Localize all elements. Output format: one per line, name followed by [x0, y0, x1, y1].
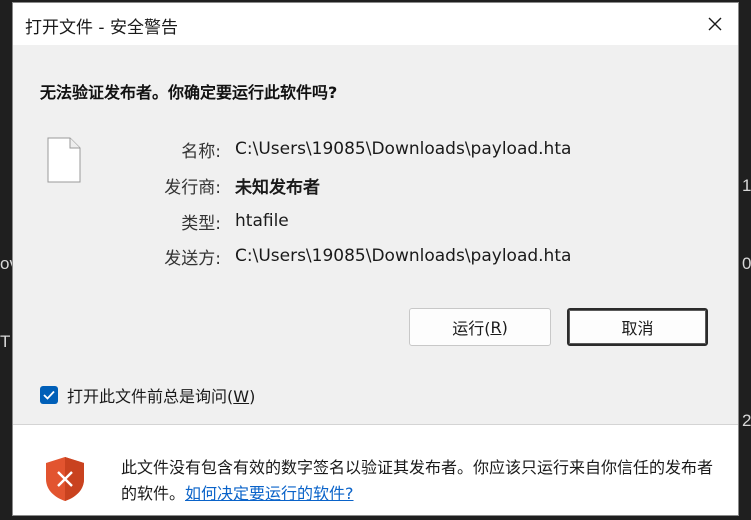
file-icon	[47, 137, 81, 183]
footer-panel: 此文件没有包含有效的数字签名以验证其发布者。你应该只运行来自你信任的发布者的软件…	[13, 425, 738, 515]
security-warning-dialog: 打开文件 - 安全警告 无法验证发布者。你确定要运行此软件吗? 名称: C:\U…	[12, 2, 739, 516]
field-value: 未知发布者	[235, 177, 320, 198]
run-button-label: 运行(	[452, 319, 491, 338]
field-publisher-row: 发行商: 未知发布者	[133, 173, 320, 198]
dialog-title: 打开文件 - 安全警告	[25, 18, 178, 38]
close-button[interactable]	[700, 9, 730, 39]
always-ask-label: 打开此文件前总是询问(W)	[67, 387, 256, 406]
field-value: htafile	[235, 211, 289, 231]
help-link[interactable]: 如何决定要运行的软件?	[185, 484, 354, 503]
always-ask-checkbox[interactable]	[40, 386, 58, 404]
field-type-row: 类型: htafile	[133, 209, 289, 234]
warning-question: 无法验证发布者。你确定要运行此软件吗?	[40, 83, 338, 102]
background-text: 1	[742, 176, 751, 195]
background-text: T	[0, 332, 11, 351]
run-button[interactable]: 运行(R)	[409, 308, 551, 346]
always-ask-checkbox-row[interactable]: 打开此文件前总是询问(W)	[40, 383, 255, 407]
shield-x-icon	[46, 457, 84, 501]
titlebar: 打开文件 - 安全警告	[13, 3, 738, 45]
field-label: 发送方:	[164, 248, 221, 269]
field-label: 名称:	[181, 141, 221, 162]
background-text: 2	[742, 411, 751, 430]
field-value: C:\Users\19085\Downloads\payload.hta	[235, 246, 572, 266]
footer-message: 此文件没有包含有效的数字签名以验证其发布者。你应该只运行来自你信任的发布者的软件…	[121, 455, 721, 507]
run-button-suffix: )	[501, 317, 508, 337]
cancel-button-label: 取消	[621, 319, 654, 338]
field-label: 发行商:	[164, 177, 221, 198]
field-from-row: 发送方: C:\Users\19085\Downloads\payload.ht…	[133, 244, 572, 269]
close-icon	[708, 17, 722, 31]
field-value: C:\Users\19085\Downloads\payload.hta	[235, 139, 572, 159]
check-icon	[43, 390, 55, 400]
cancel-button[interactable]: 取消	[567, 308, 708, 346]
field-label: 类型:	[181, 213, 221, 234]
field-name-row: 名称: C:\Users\19085\Downloads\payload.hta	[133, 137, 572, 162]
run-button-mnemonic: R	[490, 317, 502, 337]
background-text: 0	[742, 254, 751, 273]
